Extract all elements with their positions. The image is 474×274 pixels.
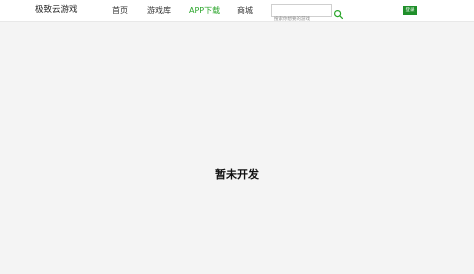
under-development-message: 暂未开发 (215, 168, 259, 181)
nav-item-home[interactable]: 首页 (112, 5, 128, 16)
nav-item-app-download[interactable]: APP下载 (189, 5, 220, 16)
search-box (271, 4, 332, 25)
site-logo[interactable]: 极致云游戏 (35, 5, 78, 16)
top-header: 极致云游戏 首页 游戏库 APP下载 商城 登录 (0, 0, 474, 25)
page: 极致云游戏 首页 游戏库 APP下载 商城 登录 暂未开发 (0, 0, 474, 274)
search-icon[interactable] (333, 5, 344, 20)
nav-item-store[interactable]: 商城 (237, 5, 253, 16)
nav-item-game-library[interactable]: 游戏库 (147, 5, 171, 16)
search-input[interactable] (272, 14, 331, 25)
login-button[interactable]: 登录 (403, 6, 417, 15)
